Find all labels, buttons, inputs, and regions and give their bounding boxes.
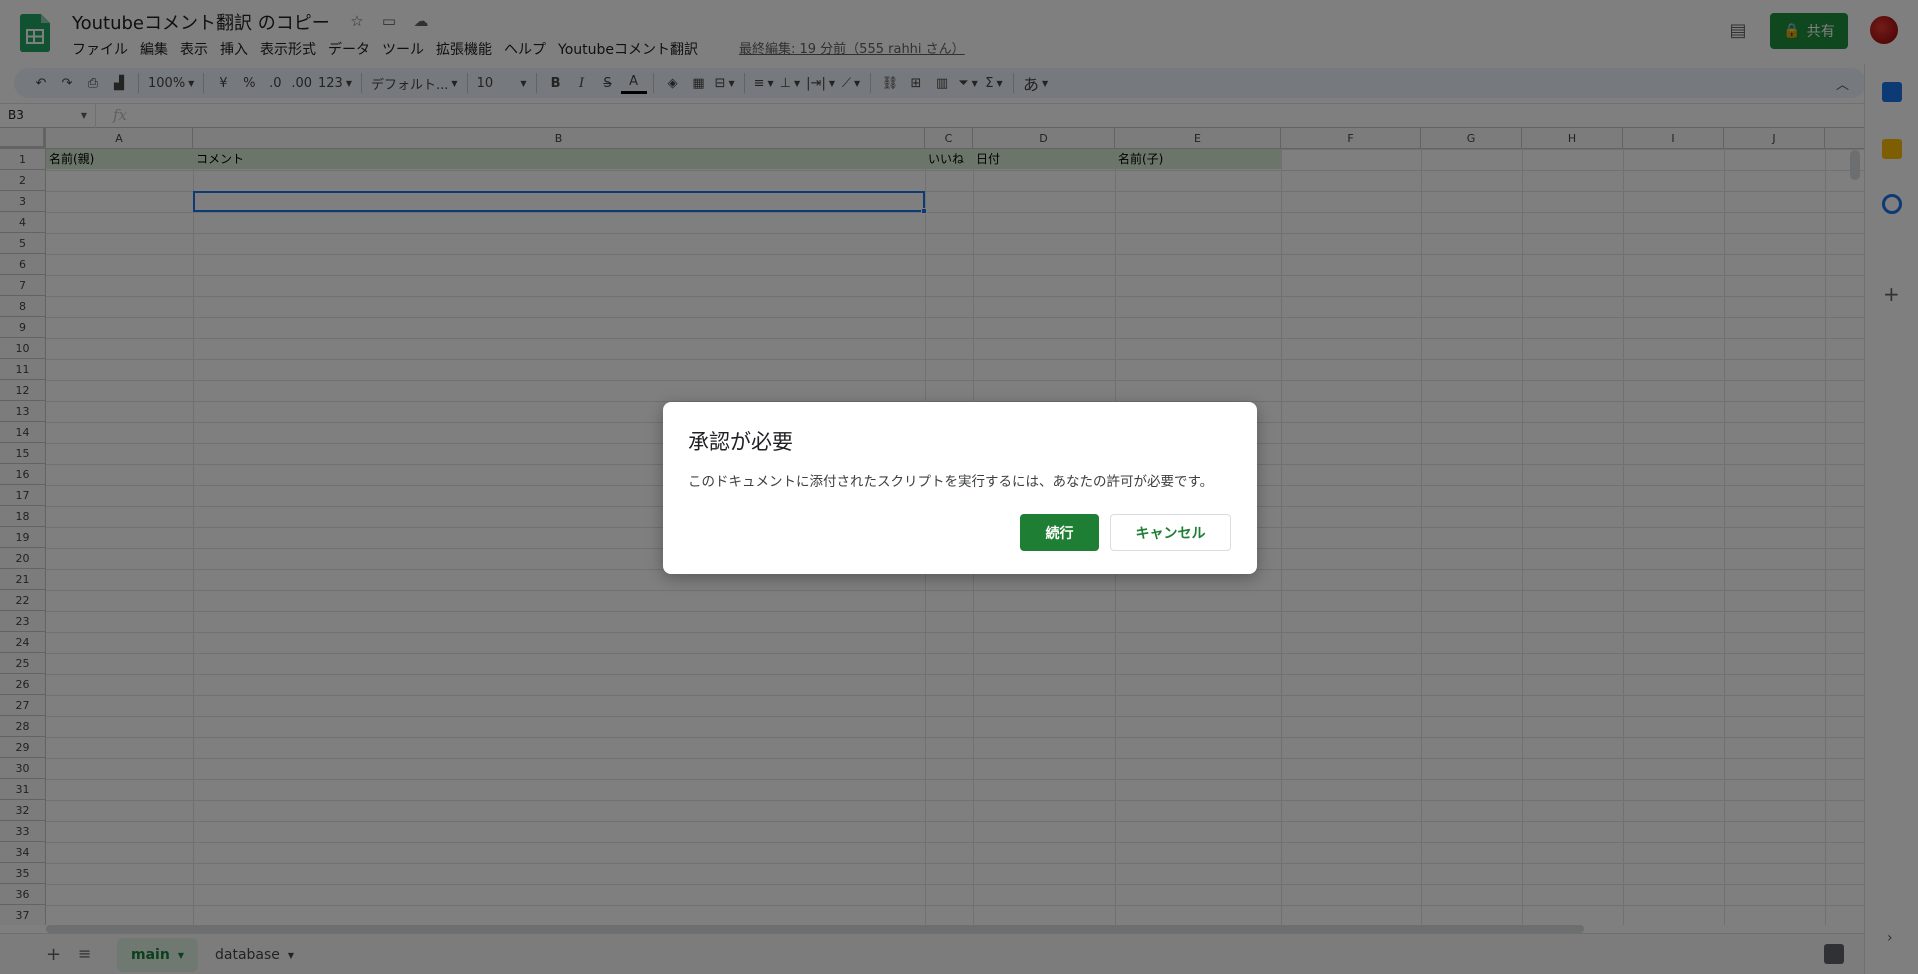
dialog-title: 承認が必要 <box>688 430 793 454</box>
cancel-button[interactable]: キャンセル <box>1110 514 1231 551</box>
continue-button[interactable]: 続行 <box>1020 514 1099 551</box>
dialog-message: このドキュメントに添付されたスクリプトを実行するには、あなたの許可が必要です。 <box>688 474 1214 490</box>
authorization-dialog: 承認が必要 このドキュメントに添付されたスクリプトを実行するには、あなたの許可が… <box>663 402 1257 574</box>
